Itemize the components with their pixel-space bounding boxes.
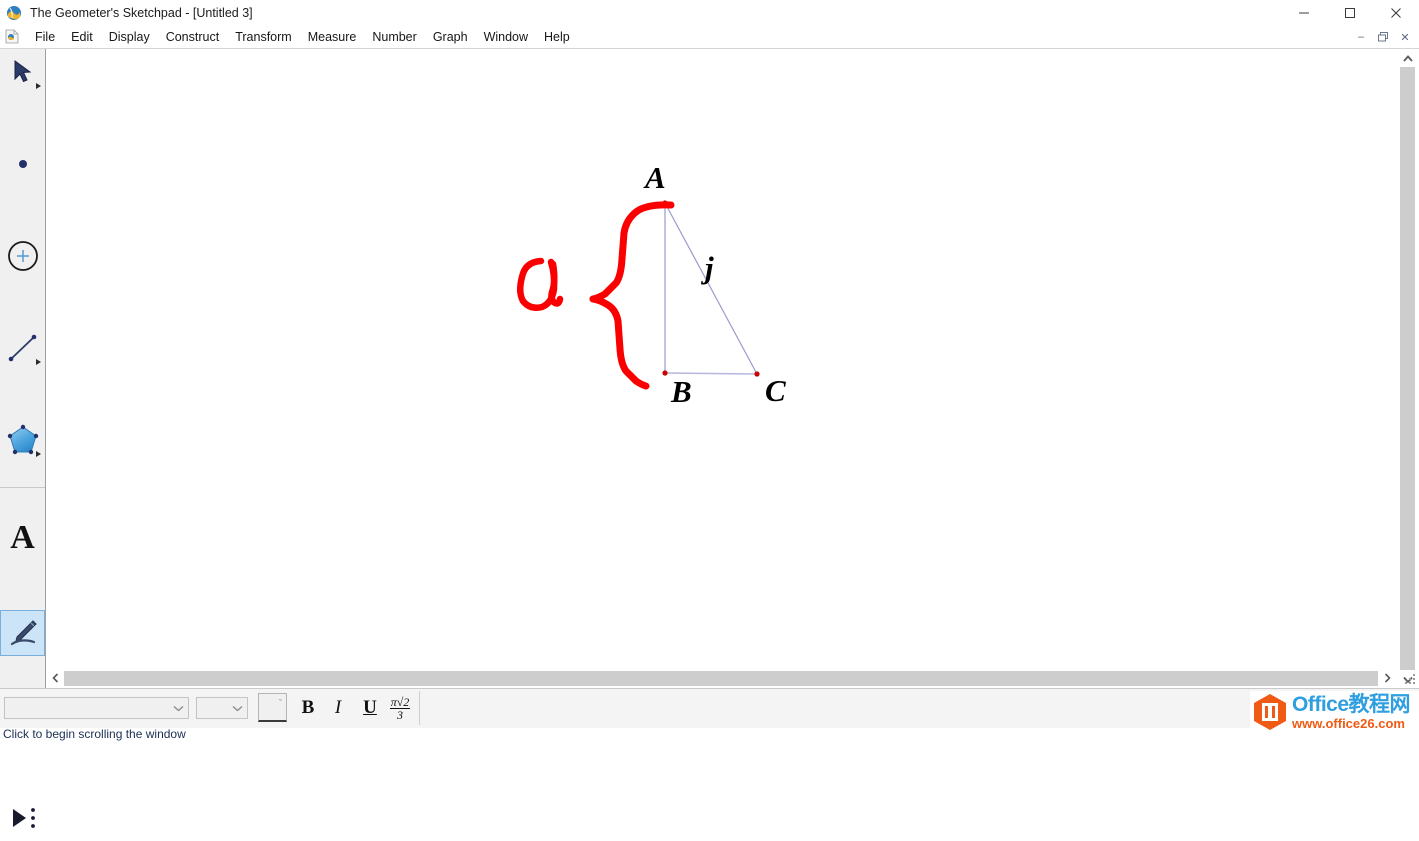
compass-circle-tool[interactable] <box>0 233 45 279</box>
text-a-icon: A <box>10 519 35 556</box>
text-color-button[interactable]: ˇ <box>258 693 287 722</box>
polygon-tool[interactable] <box>0 417 45 463</box>
text-color-caret-icon: ˇ <box>279 698 282 708</box>
menu-item-help[interactable]: Help <box>536 27 578 47</box>
chevron-right-icon <box>1384 673 1391 683</box>
straightedge-flyout-arrow[interactable] <box>36 359 41 365</box>
watermark: Office教程网 www.office26.com <box>1250 691 1419 733</box>
scroll-left-button[interactable] <box>46 668 64 688</box>
pentagon-icon <box>7 424 38 455</box>
custom-tool[interactable] <box>0 795 45 841</box>
font-family-combo[interactable] <box>4 697 189 719</box>
segment-ac[interactable] <box>664 202 758 375</box>
point-label-a[interactable]: A <box>643 160 666 195</box>
format-toolbar: ˇ B I U π√2 3 <box>0 688 1419 728</box>
menu-item-number[interactable]: Number <box>364 27 424 47</box>
mdi-close-button[interactable]: ✕ <box>1394 28 1416 46</box>
sketch-canvas[interactable]: A B C j <box>46 49 1396 668</box>
arrow-tool-flyout-arrow[interactable] <box>36 83 41 89</box>
vertical-scroll-trough[interactable] <box>1400 67 1415 670</box>
window-controls <box>1281 0 1419 25</box>
italic-button[interactable]: I <box>324 693 352 723</box>
menu-item-measure[interactable]: Measure <box>300 27 365 47</box>
vertical-scrollbar[interactable] <box>1396 49 1419 688</box>
status-bar: Click to begin scrolling the window <box>0 727 1419 742</box>
horizontal-scroll-trough[interactable] <box>64 671 1378 686</box>
arrow-select-tool[interactable] <box>0 49 45 95</box>
office-hex-logo <box>1254 694 1286 730</box>
watermark-line-2: www.office26.com <box>1292 716 1405 731</box>
menu-item-edit[interactable]: Edit <box>63 27 101 47</box>
format-separator <box>419 691 420 725</box>
point-icon <box>18 160 27 168</box>
sketchpad-globe-icon <box>7 5 21 20</box>
status-message: Click to begin scrolling the window <box>3 727 186 741</box>
window-title: The Geometer's Sketchpad - [Untitled 3] <box>30 5 253 20</box>
maximize-button[interactable] <box>1327 0 1373 25</box>
menu-item-window[interactable]: Window <box>476 27 536 47</box>
horizontal-scrollbar[interactable] <box>46 668 1396 688</box>
handwritten-brace[interactable] <box>589 201 675 390</box>
polygon-flyout-arrow[interactable] <box>36 451 41 457</box>
font-size-combo[interactable] <box>196 697 248 719</box>
mdi-window-controls: – ✕ <box>1350 28 1416 46</box>
point-b[interactable] <box>662 370 668 376</box>
text-tool[interactable]: A <box>0 515 45 561</box>
bold-button[interactable]: B <box>294 693 322 723</box>
line-segment-icon <box>8 334 36 362</box>
scroll-up-button[interactable] <box>1396 49 1419 67</box>
font-size-chevron-down-icon[interactable] <box>227 698 247 718</box>
point-label-b[interactable]: B <box>670 374 692 409</box>
straightedge-tool[interactable] <box>0 325 45 371</box>
menu-bar: File Edit Display Construct Transform Me… <box>0 25 1419 49</box>
marker-pen-icon <box>10 620 37 646</box>
arrow-cursor-icon <box>14 60 31 83</box>
chevron-up-icon <box>1402 54 1413 62</box>
math-format-button[interactable]: π√2 3 <box>386 693 414 723</box>
close-button[interactable] <box>1373 0 1419 25</box>
minimize-button[interactable] <box>1281 0 1327 25</box>
point-label-c[interactable]: C <box>765 373 786 408</box>
chevron-left-icon <box>51 673 58 683</box>
triangle-segments[interactable] <box>664 202 758 375</box>
mdi-restore-button[interactable] <box>1372 28 1394 46</box>
segment-label-j[interactable]: j <box>700 250 714 285</box>
toolbox-divider <box>0 487 45 488</box>
point-tool[interactable] <box>0 141 45 187</box>
menu-item-transform[interactable]: Transform <box>227 27 300 47</box>
math-denominator: 3 <box>396 707 403 722</box>
watermark-line-1: Office教程网 <box>1292 693 1411 716</box>
math-numerator: π√2 <box>389 694 411 709</box>
marker-pen-tool[interactable] <box>0 610 45 656</box>
document-icon <box>5 29 19 44</box>
handwritten-letter-a[interactable] <box>517 257 564 311</box>
underline-button[interactable]: U <box>356 693 384 723</box>
point-c[interactable] <box>754 371 760 377</box>
menu-item-display[interactable]: Display <box>101 27 158 47</box>
menu-item-graph[interactable]: Graph <box>425 27 476 47</box>
font-family-chevron-down-icon[interactable] <box>168 698 188 718</box>
circle-icon <box>7 241 38 271</box>
menu-item-construct[interactable]: Construct <box>158 27 228 47</box>
play-triangle-icon <box>12 808 35 828</box>
title-bar: The Geometer's Sketchpad - [Untitled 3] <box>0 0 1419 25</box>
scroll-right-button[interactable] <box>1378 668 1396 688</box>
menu-item-file[interactable]: File <box>27 27 63 47</box>
toolbox-panel: A <box>0 49 46 828</box>
resize-grip[interactable] <box>1405 674 1417 686</box>
mdi-minimize-button[interactable]: – <box>1350 28 1372 46</box>
